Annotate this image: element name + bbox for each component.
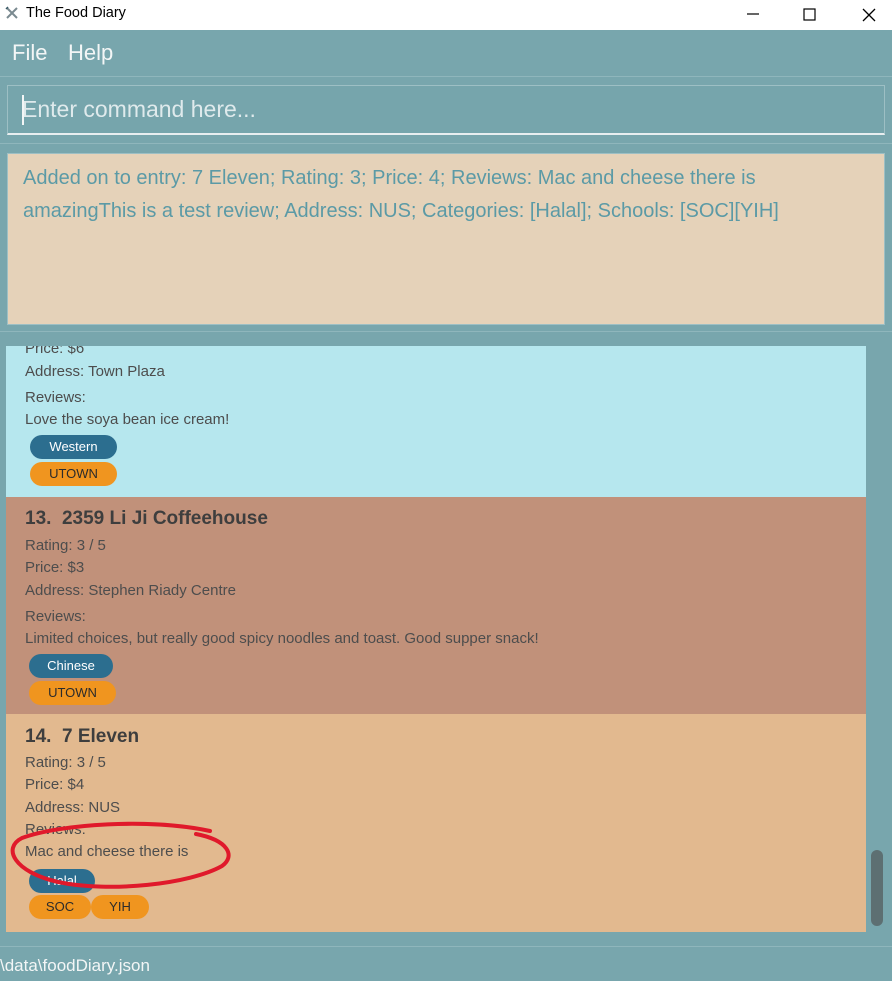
menu-bar: File Help bbox=[0, 30, 892, 77]
category-tag: Chinese bbox=[29, 654, 113, 678]
category-tag: Western bbox=[30, 435, 117, 459]
entry-price: Price: $6 bbox=[25, 346, 85, 357]
entry-address: Address: Town Plaza bbox=[25, 363, 165, 380]
entry-index: 13. bbox=[25, 508, 52, 529]
minimize-button[interactable] bbox=[724, 0, 782, 30]
entry-review: Mac and cheese there is bbox=[25, 843, 189, 860]
entry-review: Love the soya bean ice cream! bbox=[25, 411, 230, 428]
list-item[interactable]: 14. 7 Eleven Rating: 3 / 5 Price: $4 Add… bbox=[6, 714, 866, 932]
close-icon bbox=[862, 8, 876, 22]
entry-address: Address: NUS bbox=[25, 799, 121, 816]
command-input[interactable] bbox=[7, 85, 885, 135]
list-item[interactable]: Price: $6 Address: Town Plaza Reviews: L… bbox=[6, 346, 866, 497]
entry-price: Price: $4 bbox=[25, 776, 85, 793]
title-bar: The Food Diary bbox=[0, 0, 892, 30]
entry-name: 2359 Li Ji Coffeehouse bbox=[61, 508, 268, 529]
app-icon bbox=[5, 6, 18, 19]
category-tag: Halal bbox=[29, 869, 95, 893]
school-tag: UTOWN bbox=[30, 462, 117, 486]
maximize-icon bbox=[803, 8, 816, 21]
entry-reviews-label: Reviews: bbox=[25, 821, 86, 838]
entry-reviews-label: Reviews: bbox=[25, 608, 86, 625]
entry-review: Limited choices, but really good spicy n… bbox=[25, 630, 539, 647]
storage-path: \data\foodDiary.json bbox=[0, 956, 150, 975]
entry-index: 14. bbox=[25, 726, 52, 747]
maximize-button[interactable] bbox=[781, 0, 839, 30]
entry-title: 14. 7 Eleven bbox=[25, 726, 139, 748]
food-list[interactable]: Price: $6 Address: Town Plaza Reviews: L… bbox=[6, 346, 866, 932]
text-caret bbox=[22, 95, 24, 125]
school-tag: YIH bbox=[91, 895, 149, 919]
entry-title: 13. 2359 Li Ji Coffeehouse bbox=[25, 508, 268, 530]
list-item[interactable]: 13. 2359 Li Ji Coffeehouse Rating: 3 / 5… bbox=[6, 497, 866, 714]
result-panel: Added on to entry: 7 Eleven; Rating: 3; … bbox=[0, 145, 892, 332]
result-display: Added on to entry: 7 Eleven; Rating: 3; … bbox=[7, 153, 885, 325]
status-bar: \data\foodDiary.json bbox=[0, 946, 892, 981]
school-tag: SOC bbox=[29, 895, 91, 919]
entry-address: Address: Stephen Riady Centre bbox=[25, 582, 236, 599]
list-scrollbar[interactable] bbox=[866, 346, 890, 932]
close-button[interactable] bbox=[840, 0, 892, 30]
food-list-panel: Price: $6 Address: Town Plaza Reviews: L… bbox=[0, 332, 892, 946]
entry-rating: Rating: 3 / 5 bbox=[25, 537, 106, 554]
minimize-icon bbox=[747, 13, 759, 15]
entry-price: Price: $3 bbox=[25, 559, 85, 576]
entry-reviews-label: Reviews: bbox=[25, 389, 86, 406]
menu-help[interactable]: Help bbox=[68, 40, 113, 66]
command-box bbox=[0, 77, 892, 144]
entry-name: 7 Eleven bbox=[61, 726, 140, 747]
school-tag: UTOWN bbox=[29, 681, 116, 705]
entry-rating: Rating: 3 / 5 bbox=[25, 754, 106, 771]
scrollbar-thumb[interactable] bbox=[871, 850, 883, 926]
window-title: The Food Diary bbox=[26, 5, 126, 21]
menu-file[interactable]: File bbox=[12, 40, 47, 66]
